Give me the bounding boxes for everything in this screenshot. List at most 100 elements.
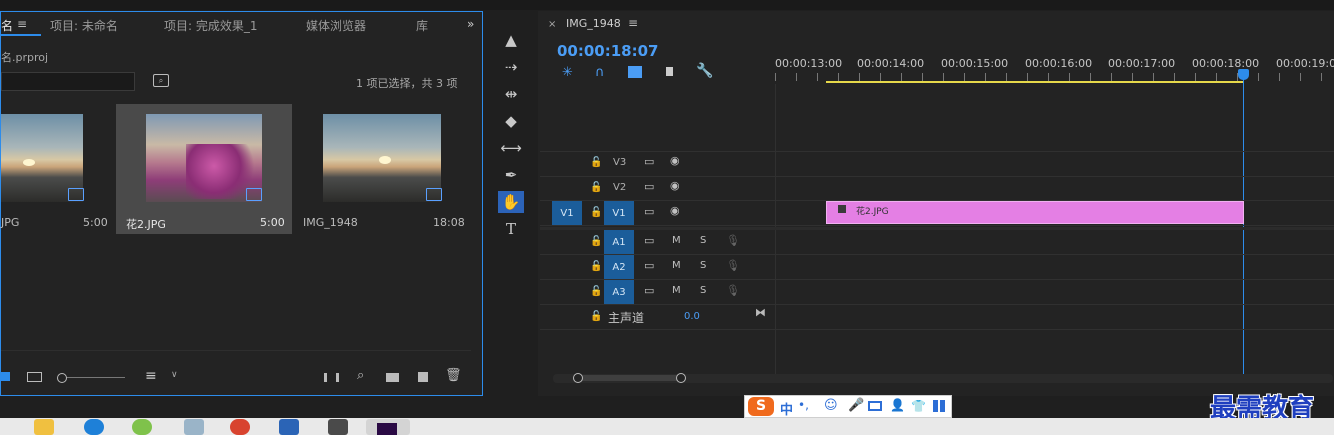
solo-button[interactable]: S (700, 260, 706, 271)
new-item-icon[interactable] (418, 372, 428, 382)
track-target-a3[interactable]: A3 (604, 280, 634, 304)
clip-name: JPG (1, 216, 20, 229)
mic-icon[interactable]: 🎙 (726, 234, 740, 247)
go-to-in-out-icon[interactable]: ⧓ (755, 306, 766, 319)
sync-lock-icon[interactable]: ▭ (644, 259, 654, 272)
player-icon[interactable] (132, 419, 152, 435)
timecode-display[interactable]: 00:00:18:07 (557, 42, 659, 60)
sogou-logo-icon[interactable]: S (748, 397, 774, 416)
sort-icon[interactable]: ≡ (145, 368, 157, 384)
list-view-icon[interactable] (1, 372, 10, 381)
type-tool-icon[interactable]: T (498, 218, 524, 240)
solo-button[interactable]: S (700, 235, 706, 246)
search-filter-icon[interactable]: ⌕ (153, 74, 169, 87)
solo-button[interactable]: S (700, 285, 706, 296)
voice-icon[interactable]: 🎤 (848, 398, 864, 413)
sync-lock-icon[interactable]: ▭ (644, 180, 654, 193)
more-tabs-icon[interactable]: » (467, 17, 474, 31)
toolbox-icon[interactable] (933, 400, 945, 412)
lock-icon[interactable]: 🔓 (590, 236, 602, 247)
selection-tool-icon[interactable]: ▲ (498, 29, 524, 51)
chevron-down-icon[interactable]: ∨ (171, 370, 178, 380)
ruler-tick-label: 00:00:15:00 (941, 57, 1009, 70)
word-icon[interactable] (279, 419, 299, 435)
sync-lock-icon[interactable]: ▭ (644, 234, 654, 247)
lock-icon[interactable]: 🔓 (590, 311, 602, 322)
clapper-icon[interactable] (328, 419, 348, 435)
scrollbar-handle-left[interactable] (573, 373, 583, 383)
source-patch-v1[interactable]: V1 (552, 201, 582, 225)
master-volume-value[interactable]: 0.0 (684, 311, 700, 322)
mute-button[interactable]: M (672, 235, 681, 246)
clip-card-selected[interactable]: 花2.JPG 5:00 (116, 104, 292, 234)
clip-duration: 5:00 (83, 216, 108, 229)
new-bin-icon[interactable] (386, 373, 399, 382)
scrollbar-handle-right[interactable] (676, 373, 686, 383)
razor-tool-icon[interactable]: ◆ (498, 110, 524, 132)
clip-card[interactable]: IMG_1948 18:08 (293, 104, 469, 234)
track-target-a2[interactable]: A2 (604, 255, 634, 279)
skin-icon[interactable]: 👕 (911, 399, 926, 413)
lock-icon[interactable]: 🔓 (590, 207, 602, 218)
app-icon[interactable] (184, 419, 204, 435)
marker-icon[interactable] (666, 67, 673, 76)
browser-icon[interactable] (84, 419, 104, 435)
sequence-tab[interactable]: IMG_1948 (566, 17, 621, 30)
track-target-a1[interactable]: A1 (604, 230, 634, 254)
lock-icon[interactable]: 🔓 (590, 261, 602, 272)
panel-menu-icon[interactable]: ≡ (628, 16, 638, 30)
track-target-v1[interactable]: V1 (604, 201, 634, 225)
tab-project-current[interactable]: 名 (1, 17, 13, 34)
hand-tool-icon[interactable]: ✋ (498, 191, 524, 213)
lock-icon[interactable]: 🔓 (590, 286, 602, 297)
user-icon[interactable]: 👤 (890, 398, 905, 412)
eye-icon[interactable]: ◉ (670, 154, 680, 167)
find-icon[interactable]: ⌕ (357, 368, 364, 383)
folder-icon[interactable] (34, 419, 54, 435)
keyboard-icon[interactable] (868, 401, 882, 411)
time-ruler[interactable] (775, 73, 1334, 81)
mute-button[interactable]: M (672, 260, 681, 271)
nest-toggle-icon[interactable]: ✳ (562, 65, 573, 80)
tab-media-browser[interactable]: 媒体浏览器 (306, 17, 366, 34)
zoom-slider-handle[interactable] (57, 373, 67, 383)
wrench-icon[interactable]: 🔧 (696, 63, 713, 79)
clip-card[interactable]: JPG 5:00 (1, 104, 114, 234)
tab-project-finished[interactable]: 项目: 完成效果_1 (164, 17, 258, 34)
pen-tool-icon[interactable]: ✒ (498, 164, 524, 186)
ime-punct-toggle[interactable]: •, (798, 398, 809, 412)
panel-menu-icon[interactable]: ≡ (17, 17, 27, 31)
linked-selection-icon[interactable] (628, 66, 642, 78)
close-icon[interactable]: × (548, 19, 556, 30)
sync-lock-icon[interactable]: ▭ (644, 155, 654, 168)
mic-icon[interactable]: 🎙 (726, 259, 740, 272)
premiere-logo-icon[interactable] (377, 423, 397, 435)
zoom-slider[interactable] (61, 377, 125, 378)
sync-lock-icon[interactable]: ▭ (644, 284, 654, 297)
tab-project-unnamed[interactable]: 项目: 未命名 (50, 17, 118, 34)
track-select-tool-icon[interactable]: ⇢ (498, 56, 524, 78)
work-area-bar[interactable] (826, 81, 1244, 83)
lock-icon[interactable]: 🔓 (590, 182, 602, 193)
sync-lock-icon[interactable]: ▭ (644, 205, 654, 218)
mic-icon[interactable]: 🎙 (726, 284, 740, 297)
trash-icon[interactable]: 🗑 (445, 368, 462, 383)
snap-icon[interactable]: ∩ (595, 65, 605, 80)
eye-icon[interactable]: ◉ (670, 204, 680, 217)
tab-library[interactable]: 库 (416, 17, 428, 34)
mute-button[interactable]: M (672, 285, 681, 296)
playhead-handle[interactable] (1238, 69, 1249, 80)
lock-icon[interactable]: 🔓 (590, 157, 602, 168)
ime-lang-toggle[interactable]: 中 (780, 399, 793, 418)
search-input[interactable] (1, 72, 135, 91)
scrollbar-thumb[interactable] (574, 375, 684, 381)
chrome-icon[interactable] (230, 419, 250, 435)
automate-sequence-icon[interactable] (324, 373, 339, 382)
slip-tool-icon[interactable]: ⟷ (498, 137, 524, 159)
ruler-tick-label: 00:00:18:00 (1192, 57, 1260, 70)
icon-view-icon[interactable] (27, 372, 42, 382)
emoji-icon[interactable]: ☺ (824, 398, 838, 413)
track-v2 (540, 176, 1334, 201)
ripple-edit-tool-icon[interactable]: ⇹ (498, 83, 524, 105)
eye-icon[interactable]: ◉ (670, 179, 680, 192)
